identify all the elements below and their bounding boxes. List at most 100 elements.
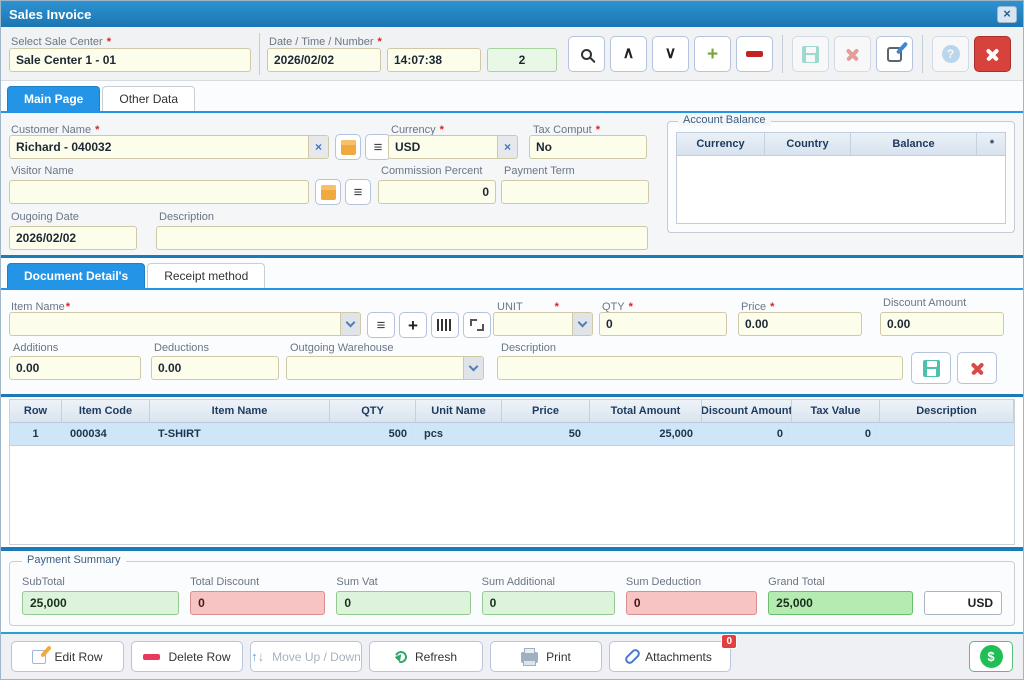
save-button[interactable]	[792, 36, 829, 72]
help-icon: ?	[941, 45, 960, 63]
account-balance-column-header[interactable]: Balance	[851, 133, 977, 155]
tax-comput-input[interactable]: No	[529, 135, 647, 159]
clear-customer-icon[interactable]: ×	[308, 136, 328, 158]
item-barcode-button[interactable]	[431, 312, 459, 338]
payment-button[interactable]: $	[969, 641, 1013, 672]
tab-receipt-method[interactable]: Receipt method	[147, 263, 266, 288]
grid-column-header[interactable]: Tax Value	[792, 400, 880, 422]
edit-row-button[interactable]: Edit Row	[11, 641, 124, 672]
deductions-label: Deductions	[154, 342, 210, 354]
folder-icon	[320, 184, 336, 200]
remove-record-button[interactable]	[736, 36, 773, 72]
next-record-button[interactable]: ∨	[652, 36, 689, 72]
window-close-icon[interactable]: ×	[997, 5, 1017, 23]
scan-icon	[470, 319, 484, 331]
row-description-input[interactable]	[497, 356, 903, 380]
additions-input[interactable]: 0.00	[9, 356, 141, 380]
search-button[interactable]	[568, 36, 605, 72]
divider	[782, 35, 783, 73]
item-entry-panel: Item Name* ≡ + UNIT * QTY * 0 Price * 0.00 …	[1, 290, 1023, 394]
tab-other-data[interactable]: Other Data	[102, 86, 196, 111]
print-button[interactable]: Print	[490, 641, 602, 672]
item-list-button[interactable]: ≡	[367, 312, 395, 338]
payment-summary-title: Payment Summary	[22, 554, 126, 566]
item-dropdown-button[interactable]	[340, 313, 360, 335]
visitor-name-input[interactable]	[9, 180, 309, 204]
help-button[interactable]: ?	[932, 36, 969, 72]
account-balance-column-header[interactable]: Country	[765, 133, 851, 155]
row-save-button[interactable]	[911, 352, 951, 384]
close-form-button[interactable]	[974, 36, 1011, 72]
grid-column-header[interactable]: Row	[10, 400, 62, 422]
table-row[interactable]: 1 000034 T-SHIRT 500 pcs 50 25,000 0 0	[10, 423, 1014, 446]
visitor-list-button[interactable]: ≡	[345, 179, 371, 205]
warehouse-dropdown-button[interactable]	[463, 357, 483, 379]
account-balance-column-header[interactable]: Currency	[677, 133, 765, 155]
grid-column-header[interactable]: Item Name	[150, 400, 330, 422]
row-cancel-button[interactable]	[957, 352, 997, 384]
cancel-x-icon	[845, 47, 860, 62]
window-title: Sales Invoice	[9, 6, 92, 22]
account-balance-groupbox: Account Balance Currency Country Balance *	[667, 114, 1015, 233]
invoice-number-field[interactable]: 2	[487, 48, 557, 72]
attachments-button[interactable]: Attachments 0	[609, 634, 737, 672]
clear-currency-icon[interactable]: ×	[497, 136, 517, 158]
grid-header-row: Row Item Code Item Name QTY Unit Name Price To…	[10, 400, 1014, 423]
refresh-button[interactable]: Refresh	[369, 641, 483, 672]
account-balance-column-header[interactable]: *	[977, 133, 1007, 155]
ougoing-date-input[interactable]: 2026/02/02	[9, 226, 137, 250]
tab-document-details[interactable]: Document Detail's	[7, 263, 146, 288]
outgoing-warehouse-combobox[interactable]	[286, 356, 484, 380]
item-scan-button[interactable]	[463, 312, 491, 338]
subtotal-value: 25,000	[22, 591, 180, 615]
description-input[interactable]	[156, 226, 648, 250]
grid-column-header[interactable]: Unit Name	[416, 400, 502, 422]
ougoing-date-label: Ougoing Date	[11, 211, 79, 223]
time-input[interactable]: 14:07:38	[387, 48, 481, 72]
commission-percent-input[interactable]: 0	[378, 180, 496, 204]
account-balance-table: Currency Country Balance *	[676, 132, 1006, 224]
edit-button[interactable]	[876, 36, 913, 72]
items-grid-panel: Row Item Code Item Name QTY Unit Name Price To…	[1, 397, 1023, 547]
grid-column-header[interactable]: QTY	[330, 400, 416, 422]
refresh-icon	[393, 648, 409, 665]
date-input[interactable]: 2026/02/02	[267, 48, 381, 72]
currency-input[interactable]: USD ×	[388, 135, 518, 159]
grid-column-header[interactable]: Discount Amount	[702, 400, 792, 422]
cancel-button[interactable]	[834, 36, 871, 72]
grid-column-header[interactable]: Price	[502, 400, 590, 422]
search-icon	[581, 48, 592, 60]
plus-icon: +	[706, 43, 719, 65]
unit-combobox[interactable]	[493, 312, 593, 336]
payment-summary-groupbox: Payment Summary SubTotal 25,000 Total Di…	[9, 554, 1015, 626]
grid-column-header[interactable]: Total Amount	[590, 400, 702, 422]
visitor-lookup-button[interactable]	[315, 179, 341, 205]
toolbar: ∧ ∨ + ?	[568, 35, 1011, 73]
delete-row-button[interactable]: Delete Row	[131, 641, 243, 672]
tab-main-page[interactable]: Main Page	[7, 86, 101, 111]
sum-additional-value: 0	[481, 591, 615, 615]
payment-term-input[interactable]	[501, 180, 649, 204]
titlebar: Sales Invoice ×	[1, 1, 1023, 27]
customer-lookup-button[interactable]	[335, 134, 361, 160]
previous-record-button[interactable]: ∧	[610, 36, 647, 72]
minus-icon	[746, 51, 763, 57]
item-add-button[interactable]: +	[399, 312, 427, 338]
grid-cell: 0	[792, 423, 880, 445]
deductions-input[interactable]: 0.00	[151, 356, 279, 380]
move-up-down-button[interactable]: ↑↓ Move Up / Down	[250, 641, 362, 672]
sum-additional-field: Sum Additional 0	[481, 576, 615, 615]
price-input[interactable]: 0.00	[738, 312, 862, 336]
qty-input[interactable]: 0	[599, 312, 727, 336]
grid-column-header[interactable]: Item Code	[62, 400, 150, 422]
add-record-button[interactable]: +	[694, 36, 731, 72]
discount-amount-input[interactable]: 0.00	[880, 312, 1004, 336]
chevron-up-icon: ∧	[622, 45, 635, 62]
item-name-combobox[interactable]	[9, 312, 361, 336]
paperclip-icon	[623, 647, 642, 666]
sale-center-input[interactable]: Sale Center 1 - 01	[9, 48, 251, 72]
sales-invoice-window: Sales Invoice × Select Sale Center * Sale…	[0, 0, 1024, 680]
unit-dropdown-button[interactable]	[572, 313, 592, 335]
customer-name-input[interactable]: Richard - 040032 ×	[9, 135, 329, 159]
grid-column-header[interactable]: Description	[880, 400, 1014, 422]
